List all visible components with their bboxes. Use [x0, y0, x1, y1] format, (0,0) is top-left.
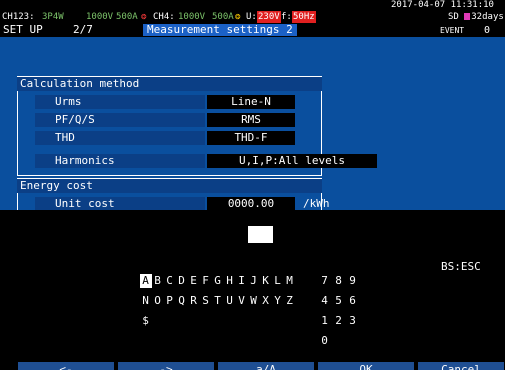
f-value: 50Hz: [292, 11, 316, 23]
sd-card-icon: [464, 13, 471, 20]
pfqs-value[interactable]: RMS: [207, 113, 295, 127]
harmonics-value[interactable]: U,I,P:All levels: [207, 154, 377, 168]
sd-days: 32days: [471, 12, 504, 22]
thd-label: THD: [35, 131, 205, 145]
key-p[interactable]: P: [164, 294, 176, 308]
header-bar: SET UP 2/7 Measurement settings 2 EVENT …: [0, 23, 505, 37]
urms-label: Urms: [35, 95, 205, 109]
key-dollar[interactable]: $: [140, 314, 152, 328]
wiring-mode: 3P4W: [42, 12, 64, 22]
sd-indicator: SD 32days: [448, 11, 504, 23]
key-o[interactable]: O: [152, 294, 164, 308]
status-bar-top: 2017-04-07 11:31:10: [0, 0, 505, 21]
key-r[interactable]: R: [188, 294, 200, 308]
mode-label: SET UP: [3, 23, 43, 36]
u-label: U:: [246, 12, 257, 22]
event-count: 0: [484, 25, 491, 36]
key-2[interactable]: 2: [332, 314, 346, 328]
sd-label: SD: [448, 12, 459, 22]
clamp-icon: ❂: [235, 12, 241, 22]
key-w[interactable]: W: [248, 294, 260, 308]
pfqs-label: PF/Q/S: [35, 113, 205, 127]
key-x[interactable]: X: [260, 294, 272, 308]
case-toggle-button[interactable]: a/A: [218, 362, 314, 370]
ch123-current: 500A: [116, 12, 138, 22]
datetime: 2017-04-07 11:31:10: [391, 0, 494, 10]
event-label: EVENT: [440, 26, 465, 35]
page-indicator: 2/7: [73, 23, 93, 36]
page-title: Measurement settings 2: [143, 24, 297, 36]
text-input-field[interactable]: [248, 226, 273, 243]
bs-esc-button[interactable]: BS:ESC: [441, 260, 481, 274]
ch4-current: 500A: [212, 12, 234, 22]
f-label: f:: [281, 12, 292, 22]
cursor-right-button[interactable]: ->: [118, 362, 214, 370]
u-value: 230V: [257, 11, 281, 23]
cursor-left-button[interactable]: <-: [18, 362, 114, 370]
status-bar-measurement: CH123: 3P4W 1000V 500A ❂ CH4: 1000V 500A…: [0, 11, 505, 23]
calc-section-heading: Calculation method: [17, 77, 322, 91]
thd-value[interactable]: THD-F: [207, 131, 295, 145]
energy-section-heading: Energy cost: [17, 179, 322, 193]
key-u[interactable]: U: [224, 294, 236, 308]
clamp-icon: ❂: [141, 12, 147, 22]
key-0[interactable]: 0: [318, 334, 332, 348]
ok-button[interactable]: OK: [318, 362, 414, 370]
key-v[interactable]: V: [236, 294, 248, 308]
keyboard-row-3: $: [113, 300, 152, 342]
key-3[interactable]: 3: [346, 314, 360, 328]
ch123-voltage: 1000V: [86, 12, 114, 22]
key-t[interactable]: T: [212, 294, 224, 308]
unit-cost-value[interactable]: 0000.00: [207, 197, 295, 211]
key-s[interactable]: S: [200, 294, 212, 308]
cancel-button[interactable]: Cancel: [418, 362, 504, 370]
harmonics-label: Harmonics: [35, 154, 205, 168]
unit-cost-label: Unit cost: [35, 197, 205, 211]
urms-value[interactable]: Line-N: [207, 95, 295, 109]
key-y[interactable]: Y: [272, 294, 284, 308]
device-screen: 2017-04-07 11:31:10 CH123: 3P4W 1000V 50…: [0, 0, 505, 370]
ch4-label: CH4:: [153, 12, 175, 22]
ch4-voltage: 1000V: [178, 12, 206, 22]
numpad-row-4: 0: [291, 320, 332, 362]
unit-cost-unit: /kWh: [303, 197, 330, 210]
ch123-label: CH123:: [2, 12, 35, 22]
key-q[interactable]: Q: [176, 294, 188, 308]
